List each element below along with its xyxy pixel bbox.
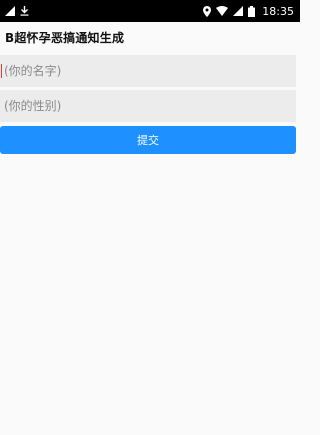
status-bar-right: 18:35 xyxy=(203,5,294,18)
wifi-icon xyxy=(216,6,229,16)
status-bar: 18:35 xyxy=(0,0,300,22)
submit-button[interactable]: 提交 xyxy=(0,126,296,154)
clock: 18:35 xyxy=(262,4,294,18)
location-icon xyxy=(203,5,212,17)
gender-input[interactable] xyxy=(0,90,296,122)
cell-signal-icon xyxy=(233,6,244,16)
text-cursor xyxy=(1,64,2,78)
name-input[interactable] xyxy=(0,55,296,87)
status-bar-left xyxy=(5,6,29,16)
signal-icon xyxy=(5,6,15,16)
app-title: B超怀孕恶搞通知生成 xyxy=(5,31,125,45)
battery-icon xyxy=(248,5,256,17)
download-icon xyxy=(20,6,29,16)
